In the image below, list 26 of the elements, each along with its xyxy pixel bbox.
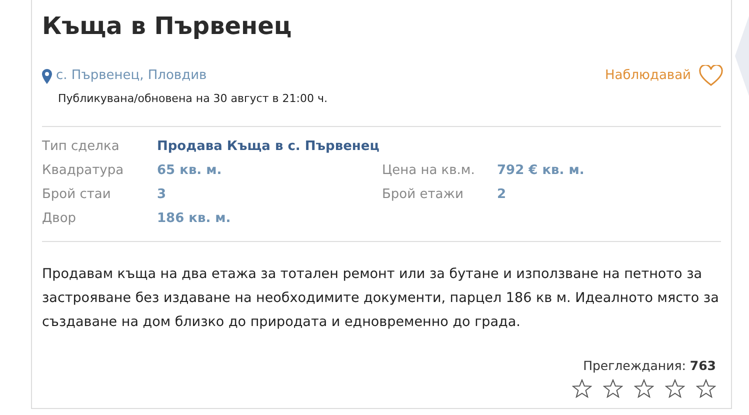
star-rating[interactable] [572, 379, 716, 398]
detail-value: 2 [497, 186, 506, 202]
detail-label: Цена на кв.м. [382, 162, 475, 178]
star-icon[interactable] [665, 379, 685, 398]
detail-label: Тип сделка [42, 138, 120, 154]
map-pin-icon [42, 68, 52, 84]
heart-icon [699, 65, 723, 87]
watch-button[interactable]: Наблюдавай [604, 65, 723, 87]
detail-label: Квадратура [42, 162, 124, 178]
description-text: Продавам къща на два етажа за тотален ремонт или за бутане и използване на петното за застрояване без издаване на необходимите документи, парцел 186 кв м. Идеалното място за създаване на дом близко до природата и едновременно до града. [42, 264, 720, 332]
detail-value: 3 [157, 186, 166, 202]
detail-value: Продава Къща в с. Първенец [157, 138, 380, 154]
views-count: Преглеждания: 763 [583, 357, 716, 376]
star-icon[interactable] [696, 379, 716, 398]
detail-label: Брой стаи [42, 186, 111, 202]
detail-label: Двор [42, 210, 76, 226]
star-icon[interactable] [634, 379, 654, 398]
detail-label: Брой етажи [382, 186, 464, 202]
published-date: Публикувана/обновена на 30 август в 21:00 ч. [58, 91, 328, 107]
detail-value: 792 € кв. м. [497, 162, 584, 178]
star-icon[interactable] [603, 379, 623, 398]
location-link[interactable]: с. Първенец, Пловдив [56, 66, 207, 86]
detail-value: 65 кв. м. [157, 162, 222, 178]
listing-title: Къща в Първенец [42, 11, 292, 41]
star-icon[interactable] [572, 379, 592, 398]
detail-value: 186 кв. м. [157, 210, 231, 226]
